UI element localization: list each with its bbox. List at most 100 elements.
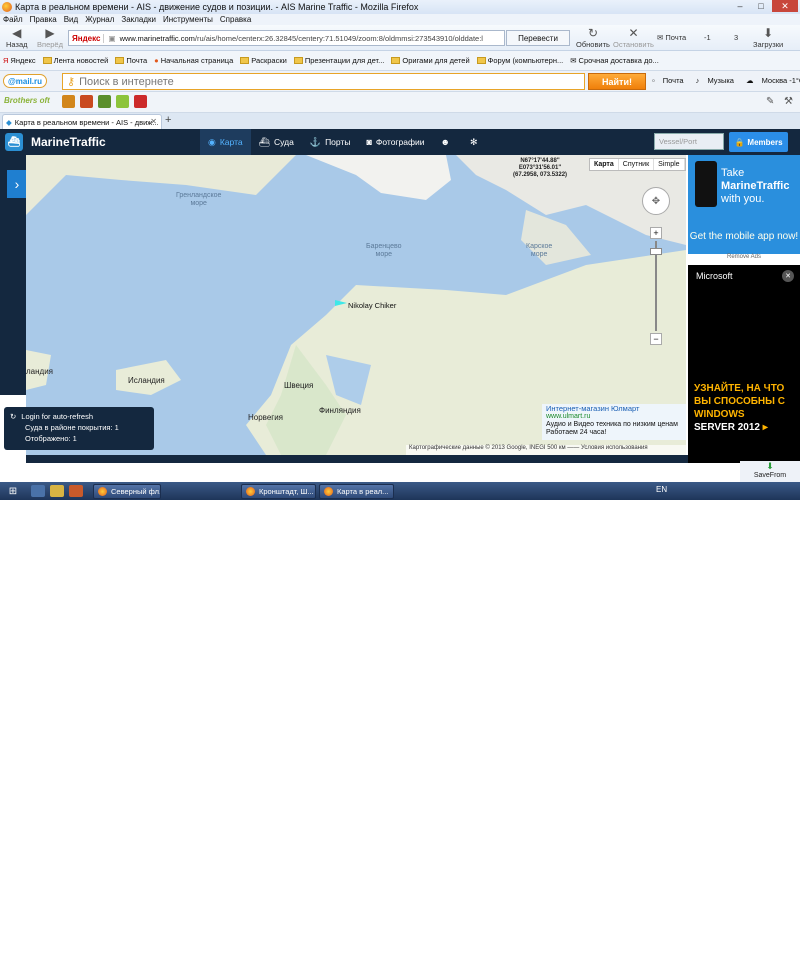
bookmark-news[interactable]: Лента новостей [42, 56, 108, 65]
new-tab-button[interactable]: + [165, 114, 171, 126]
mail-counter[interactable]: -1 [704, 33, 711, 42]
bookmark-mail[interactable]: Почта [115, 56, 147, 65]
tab-marinetraffic[interactable]: ◆ Карта в реальном времени - AIS - движ.… [2, 114, 162, 129]
back-button[interactable]: ◀ Назад [6, 26, 28, 49]
address-bar[interactable]: Яндекс ▣ www.marinetraffic.com /ru/ais/h… [68, 30, 505, 46]
tools-icon[interactable]: ⚒ [784, 96, 793, 107]
cursor-coordinates: N67°17'44.88" E073°31'56.01" (67.2958, 073… [513, 158, 568, 178]
addon-icon[interactable] [80, 95, 93, 108]
microsoft-logo: Microsoft [696, 271, 733, 281]
map-ad[interactable]: Интернет-магазин Юлмарт www.ulmart.ru Ау… [542, 404, 686, 440]
pen-icon[interactable]: ✎ [766, 96, 774, 107]
remove-ads-link[interactable]: Remove Ads [688, 254, 800, 264]
addons-toolbar: Brothers oft ✎ ⚒ [0, 92, 800, 113]
bookmark-forum[interactable]: Форум (компьютерн... [476, 56, 563, 65]
marinetraffic-logo[interactable]: ⛴ MarineTraffic [5, 133, 106, 151]
nav-photos[interactable]: ◙ Фотографии [358, 129, 432, 155]
bookmark-presentations[interactable]: Презентации для дет... [293, 56, 384, 65]
window-title: Карта в реальном времени - AIS - движени… [15, 2, 419, 12]
lock-icon: 🔒 [734, 137, 745, 147]
marinetraffic-header: ⛴ MarineTraffic ◉ Карта ⛴ Суда ⚓ Порты ◙ Фот… [0, 129, 800, 155]
bookmark-delivery[interactable]: ✉ Срочная доставка до... [570, 56, 659, 65]
taskbar-item-active[interactable]: Карта в реал... [319, 483, 394, 499]
bookmarks-bar: Я Яндекс Лента новостей Почта ● Начальная … [0, 51, 800, 71]
toolbar-mail-link[interactable]: ▫ Почта [652, 76, 690, 85]
ad-title[interactable]: Интернет-магазин Юлмарт [546, 405, 682, 413]
nav-map[interactable]: ◉ Карта [200, 129, 251, 155]
get-app-cta[interactable]: Get the mobile app now! [688, 231, 800, 242]
mail-icon: ✉ [570, 56, 577, 65]
savefrom-widget[interactable]: ⬇ SaveFrom [740, 461, 800, 482]
menu-edit[interactable]: Правка [30, 15, 57, 24]
url-domain: www.marinetraffic.com [119, 33, 195, 43]
refresh-button[interactable]: ↻ Обновить [576, 26, 610, 49]
zoom-out-button[interactable]: − [650, 333, 662, 345]
bookmark-yandex[interactable]: Я Яндекс [3, 56, 36, 65]
pan-arrows-icon: ✥ [651, 195, 661, 207]
search-input[interactable]: ⚷ Поиск в интернете [62, 73, 585, 90]
start-button[interactable]: ⊞ [0, 482, 26, 500]
vessel-label[interactable]: Nikolay Chiker [348, 301, 396, 310]
quicklaunch-icon[interactable] [50, 485, 64, 497]
addon-icon[interactable] [62, 95, 75, 108]
microsoft-ad[interactable]: Microsoft ✕ УЗНАЙТЕ, НА ЧТО ВЫ СПОСОБНЫ … [688, 265, 800, 463]
taskbar-item[interactable]: Северный фл... [93, 483, 161, 499]
bookmark-coloring[interactable]: Раскраски [240, 56, 287, 65]
mobile-app-ad[interactable]: Take MarineTraffic with you. Get the mobil… [688, 155, 800, 263]
search-button[interactable]: Найти! [588, 73, 646, 90]
login-link[interactable]: ↻ Login for auto-refresh [10, 411, 148, 422]
map-type-satellite[interactable]: Спутник [619, 159, 655, 170]
downloads-button[interactable]: ⬇ Загрузки [753, 26, 783, 49]
menu-history[interactable]: Журнал [85, 15, 114, 24]
zoom-in-button[interactable]: + [650, 227, 662, 239]
maximize-button[interactable]: □ [751, 0, 771, 12]
toolbar-weather[interactable]: ☁ Москва -1°C [746, 76, 800, 85]
menu-bookmarks[interactable]: Закладки [121, 15, 156, 24]
sidebar-toggle-button[interactable]: › [7, 170, 27, 198]
brothersoft-logo[interactable]: Brothers oft [4, 96, 50, 105]
nav-ports[interactable]: ⚓ Порты [302, 129, 359, 155]
translate-button[interactable]: Перевести [506, 30, 570, 46]
close-tab-icon[interactable]: ✕ [150, 117, 157, 126]
map-type-map[interactable]: Карта [590, 159, 619, 170]
menu-file[interactable]: Файл [3, 15, 23, 24]
ad-close-icon[interactable]: ✕ [782, 270, 794, 282]
toolbar-music-link[interactable]: ♪ Музыка [696, 76, 740, 85]
counter-badge[interactable]: 3 [734, 33, 738, 42]
minimize-button[interactable]: – [730, 0, 750, 12]
nav-vessels[interactable]: ⛴ Суда [251, 129, 302, 155]
ad-url[interactable]: www.ulmart.ru [546, 413, 682, 421]
stop-icon: ✕ [628, 26, 639, 40]
menu-tools[interactable]: Инструменты [163, 15, 213, 24]
menu-help[interactable]: Справка [220, 15, 251, 24]
stop-button[interactable]: ✕ Остановить [613, 26, 654, 49]
menu-view[interactable]: Вид [64, 15, 78, 24]
language-indicator[interactable]: EN [656, 485, 667, 494]
addon-icon[interactable] [116, 95, 129, 108]
quicklaunch-icon[interactable] [31, 485, 45, 497]
members-button[interactable]: 🔒 Members [729, 132, 788, 152]
pan-control[interactable]: ✥ [642, 187, 670, 215]
mail-button[interactable]: ✉ Почта [657, 33, 686, 42]
quicklaunch-icon[interactable] [69, 485, 83, 497]
cloud-icon: ☁ [745, 76, 754, 85]
zoom-slider-handle[interactable] [650, 248, 662, 255]
title-bar: Карта в реальном времени - AIS - движени… [0, 0, 800, 14]
youtube-icon[interactable] [134, 95, 147, 108]
site-identity-icon[interactable]: ▣ [108, 34, 115, 43]
firefox-icon [324, 486, 333, 496]
vessel-search-input[interactable]: Vessel/Port [654, 133, 724, 150]
taskbar-item[interactable]: Кронштадт, Ш... [241, 483, 316, 499]
addon-icon[interactable] [98, 95, 111, 108]
bookmark-origami[interactable]: Оригами для детей [391, 56, 470, 65]
country-label: Финляндия [319, 406, 361, 415]
forward-button[interactable]: ▶ Вперёд [37, 26, 63, 49]
map-type-simple[interactable]: Simple [654, 159, 685, 170]
mailru-logo[interactable]: @mail.ru [3, 74, 47, 88]
svalbard-land [306, 155, 451, 200]
nav-community[interactable]: ☻ [432, 129, 461, 155]
nav-settings[interactable]: ✻ [462, 129, 490, 155]
bookmark-start-page[interactable]: ● Начальная страница [154, 56, 233, 65]
close-button[interactable]: ✕ [772, 0, 798, 12]
yandex-brand: Яндекс [69, 33, 105, 43]
